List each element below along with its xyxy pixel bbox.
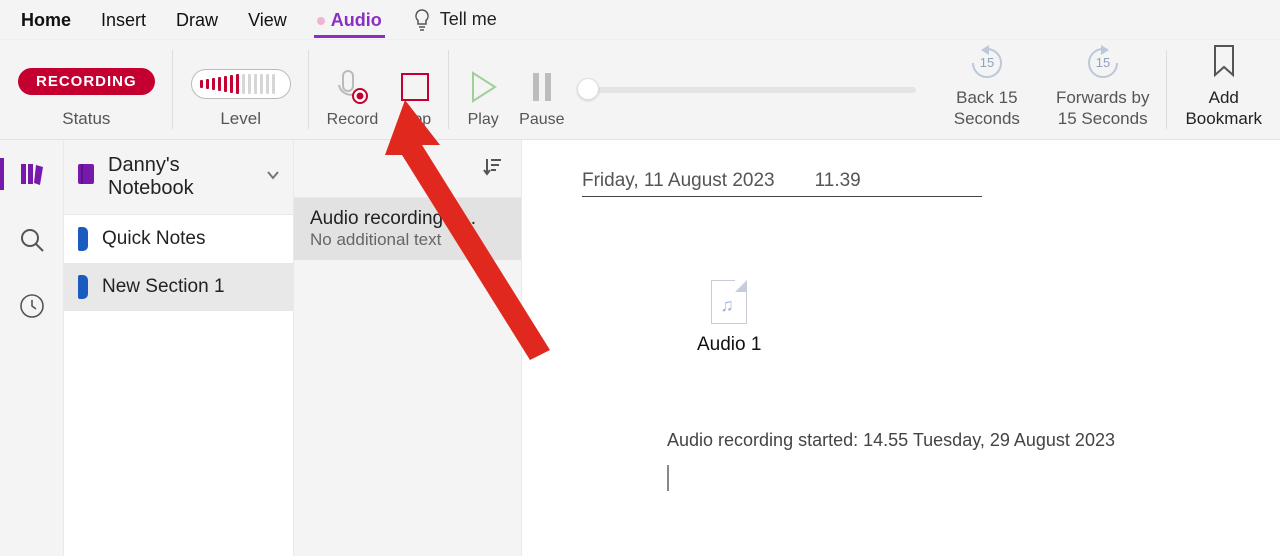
chevron-down-icon	[265, 166, 281, 189]
note-time: 11.39	[815, 170, 861, 192]
add-bookmark-button[interactable]: AddBookmark	[1167, 40, 1280, 139]
ribbon-tabs: Home Insert Draw View Audio Tell me	[0, 0, 1280, 40]
rail-notebooks[interactable]	[8, 154, 56, 194]
section-item-new-section-1[interactable]: New Section 1	[64, 263, 293, 311]
page-subtitle: No additional text	[310, 230, 505, 250]
tab-audio[interactable]: Audio	[302, 2, 397, 37]
record-button[interactable]: Record	[327, 67, 379, 129]
play-button[interactable]: Play	[467, 67, 499, 129]
section-label: New Section 1	[102, 276, 225, 298]
audio-attachment[interactable]: ♫ Audio 1	[697, 280, 761, 356]
notebook-name: Danny's Notebook	[108, 154, 257, 200]
lightbulb-icon	[412, 8, 432, 32]
bookmark-label: AddBookmark	[1185, 88, 1262, 129]
back-15-button[interactable]: 15 Back 15Seconds	[936, 40, 1038, 139]
tab-draw[interactable]: Draw	[161, 2, 233, 37]
page-title: Audio recording s…	[310, 208, 505, 230]
pause-icon	[530, 67, 554, 107]
sort-icon[interactable]	[481, 156, 503, 181]
search-icon	[19, 227, 45, 253]
main-area: Danny's Notebook Quick Notes New Section…	[0, 140, 1280, 556]
left-rail	[0, 140, 64, 556]
stop-icon	[399, 67, 431, 107]
bookmark-icon	[1210, 43, 1238, 84]
clock-icon	[19, 293, 45, 319]
rail-search[interactable]	[8, 220, 56, 260]
record-stop-group: Record Stop	[309, 40, 450, 139]
status-label: Status	[62, 109, 110, 129]
svg-text:15: 15	[1095, 55, 1109, 70]
pause-button[interactable]: Pause	[519, 67, 564, 129]
pages-header	[294, 140, 521, 198]
status-group: RECORDING Status	[0, 40, 173, 139]
tell-me[interactable]: Tell me	[397, 0, 512, 40]
record-icon	[335, 67, 369, 107]
slider-thumb[interactable]	[577, 78, 599, 100]
section-color-tab	[78, 227, 88, 251]
audio-ribbon: RECORDING Status Level Record Stop	[0, 40, 1280, 140]
level-label: Level	[220, 109, 261, 129]
tab-insert[interactable]: Insert	[86, 2, 161, 37]
page-item[interactable]: Audio recording s… No additional text	[294, 198, 521, 260]
playback-slider-group: 00:12	[571, 40, 936, 139]
level-group: Level	[173, 40, 309, 139]
forward-15-button[interactable]: 15 Forwards by15 Seconds	[1038, 40, 1168, 139]
stop-button[interactable]: Stop	[398, 67, 431, 129]
recording-badge: RECORDING	[18, 68, 155, 95]
forward-15-label: Forwards by15 Seconds	[1056, 88, 1150, 129]
section-color-tab	[78, 275, 88, 299]
play-icon	[467, 67, 499, 107]
audio-label: Audio 1	[697, 334, 761, 356]
text-cursor	[667, 465, 669, 491]
note-canvas[interactable]: Friday, 11 August 2023 11.39 ♫ Audio 1 A…	[522, 140, 1280, 556]
pages-panel: Audio recording s… No additional text	[294, 140, 522, 556]
recording-dot-icon	[317, 17, 325, 25]
note-date: Friday, 11 August 2023	[582, 170, 775, 192]
notebook-icon	[76, 162, 98, 192]
sections-panel: Danny's Notebook Quick Notes New Section…	[64, 140, 294, 556]
forward-15-icon: 15	[1083, 43, 1123, 84]
rail-recent[interactable]	[8, 286, 56, 326]
tab-view[interactable]: View	[233, 2, 302, 37]
back-15-label: Back 15Seconds	[954, 88, 1020, 129]
tab-home[interactable]: Home	[6, 2, 86, 37]
recording-started-text: Audio recording started: 14.55 Tuesday, …	[667, 430, 1115, 451]
audio-file-icon: ♫	[711, 280, 747, 324]
back-15-icon: 15	[967, 43, 1007, 84]
play-pause-group: Play Pause	[449, 40, 570, 139]
note-meta: Friday, 11 August 2023 11.39	[582, 170, 982, 197]
playback-slider[interactable]	[579, 87, 916, 93]
level-meter	[191, 69, 291, 99]
section-item-quick-notes[interactable]: Quick Notes	[64, 215, 293, 263]
notebook-dropdown[interactable]: Danny's Notebook	[64, 140, 293, 215]
svg-text:15: 15	[980, 55, 994, 70]
section-label: Quick Notes	[102, 228, 205, 250]
